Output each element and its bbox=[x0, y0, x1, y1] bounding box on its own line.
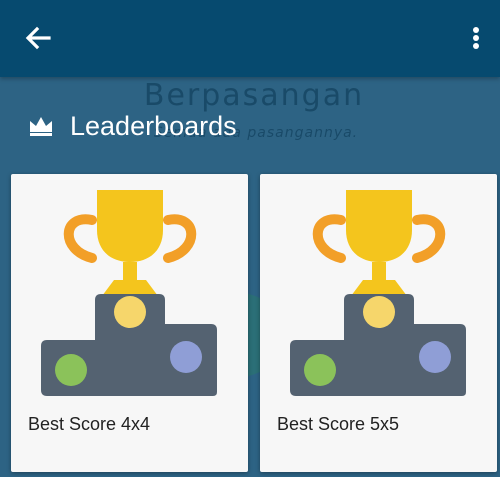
back-button[interactable] bbox=[20, 20, 56, 56]
card-label: Best Score 4x4 bbox=[28, 414, 151, 434]
section-title: Leaderboards bbox=[70, 110, 237, 141]
leaderboard-card-5x5[interactable]: Best Score 5x5 bbox=[260, 174, 497, 472]
crown-icon bbox=[30, 117, 52, 136]
leaderboards-header: Leaderboards bbox=[28, 106, 237, 146]
trophy-podium-icon bbox=[41, 190, 217, 396]
leaderboard-card-4x4[interactable]: Best Score 4x4 bbox=[11, 174, 248, 472]
arrow-left-icon bbox=[25, 26, 51, 50]
app-bar bbox=[0, 0, 500, 77]
overflow-menu-button[interactable] bbox=[464, 20, 488, 56]
trophy-podium-icon bbox=[290, 190, 466, 396]
card-label: Best Score 5x5 bbox=[277, 414, 400, 434]
more-vertical-icon bbox=[473, 27, 479, 49]
